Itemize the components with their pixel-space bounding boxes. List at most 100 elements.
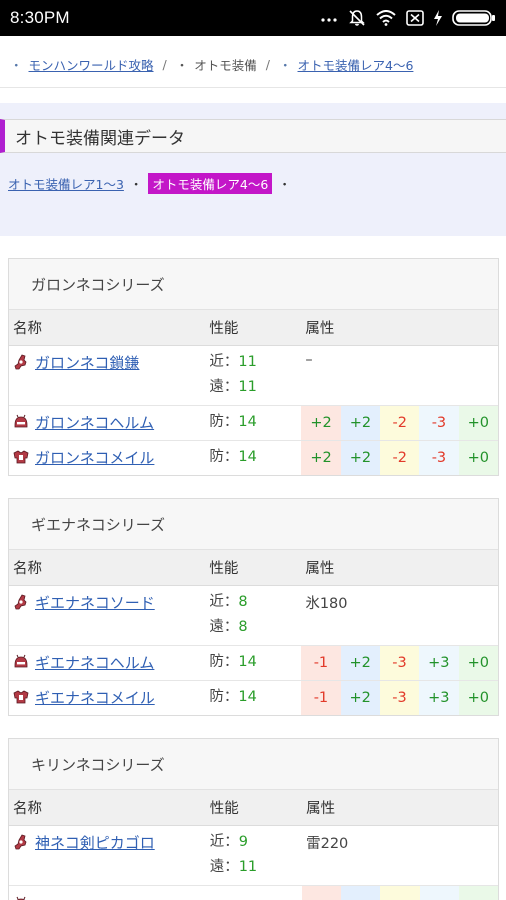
resistance-thunder: -2 xyxy=(380,405,420,441)
near-label: 近： xyxy=(209,594,239,610)
defense-label: 防： xyxy=(209,654,239,670)
status-time: 8:30PM xyxy=(10,8,70,27)
defense-value: 14 xyxy=(238,654,257,670)
header-attr: 属性 xyxy=(301,310,498,346)
far-label: 遠： xyxy=(209,859,239,875)
weapon-name-link[interactable]: ギエナネコソード xyxy=(35,592,155,613)
related-data-section: オトモ装備関連データ オトモ装備レア1〜3 ・ オトモ装備レア4〜6 ・ xyxy=(0,103,506,236)
helm-icon xyxy=(16,896,26,900)
equipment-table: 名称 性能 属性 ギエナネコソード 近：8 遠：8 氷180 ギエナネコヘルム 防：14 -1 +2… xyxy=(9,550,498,715)
weapon-perf: 近：11 遠：11 xyxy=(205,345,302,406)
resistance-dragon: +0 xyxy=(458,405,498,441)
defense-label: 防： xyxy=(209,414,239,430)
resistance-fire: -1 xyxy=(301,645,341,681)
series-title: ギエナネコシリーズ xyxy=(9,499,498,550)
resistance-ice: +3 xyxy=(419,680,459,715)
resistance-fire: +2 xyxy=(301,440,341,475)
armor-row: ギエナネコヘルム 防：14 -1 +2 -3 +3 +0 xyxy=(9,645,498,681)
defense-value: 14 xyxy=(238,449,257,466)
battery-icon xyxy=(452,10,496,26)
armor-defense: 防：14 xyxy=(205,440,301,475)
helm-icon xyxy=(13,652,29,674)
header-attr: 属性 xyxy=(301,550,498,586)
resistance-fire: +2 xyxy=(301,405,341,441)
series-card: ギエナネコシリーズ 名称 性能 属性 ギエナネコソード 近：8 遠：8 氷180 ギエナネコヘル… xyxy=(8,498,499,716)
resistance-dragon: +0 xyxy=(458,440,498,475)
resistance-ice: -3 xyxy=(419,440,459,475)
far-value: 11 xyxy=(238,859,258,875)
weapon-icon xyxy=(13,352,29,374)
table-header-row: 名称 性能 属性 xyxy=(9,790,498,826)
weapon-name-link[interactable]: 神ネコ剣ピカゴロ xyxy=(35,832,155,853)
related-link-rare-4-6-active[interactable]: オトモ装備レア4〜6 xyxy=(148,173,273,194)
resistance-thunder: -3 xyxy=(379,645,420,681)
header-attr: 属性 xyxy=(302,790,498,826)
related-links: オトモ装備レア1〜3 ・ オトモ装備レア4〜6 ・ xyxy=(8,173,297,194)
resistance-water: +2 xyxy=(340,440,381,475)
defense-label: 防： xyxy=(209,449,239,466)
status-bar: 8:30PM xyxy=(0,0,506,36)
header-name: 名称 xyxy=(9,790,206,826)
header-perf: 性能 xyxy=(205,550,302,586)
armor-defense: 防：14 xyxy=(205,405,302,441)
breadcrumb-home-link[interactable]: モンハンワールド攻略 xyxy=(29,55,154,74)
series-title: ガロンネコシリーズ xyxy=(9,259,498,310)
near-value: 9 xyxy=(238,834,248,850)
resistance-fire: -1 xyxy=(301,680,341,715)
armor-name-link[interactable]: ギエナネコメイル xyxy=(35,687,155,708)
resistance-dragon: +0 xyxy=(458,680,498,715)
far-label: 遠： xyxy=(209,619,239,635)
armor-name-link[interactable]: ギエナネコヘルム xyxy=(35,652,154,673)
armor-name-link[interactable]: ガロンネコヘルム xyxy=(35,412,154,433)
mail-icon xyxy=(13,687,29,709)
resistance-dragon: +0 xyxy=(458,645,498,681)
armor-defense: 防：14 xyxy=(205,645,302,681)
mail-icon xyxy=(13,447,29,469)
resistance-thunder: -3 xyxy=(379,680,420,715)
equipment-table: 名称 性能 属性 ガロンネコ鎖鎌 近：11 遠：11– ガロンネコヘルム 防：14 +2 +2 -2… xyxy=(9,310,498,475)
defense-label: 防： xyxy=(209,689,239,706)
more-notifications-icon xyxy=(320,14,338,22)
table-header-row: 名称 性能 属性 xyxy=(9,310,498,346)
weapon-attribute: 氷180 xyxy=(301,585,498,646)
equipment-table: 名称 性能 属性神ネコ剣ピカゴロ 近：9 遠：11 雷220 xyxy=(9,790,498,900)
armor-row: ギエナネコメイル 防：14 -1 +2 -3 +3 +0 xyxy=(9,680,498,715)
armor-row: ガロンネコヘルム 防：14 +2 +2 -2 -3 +0 xyxy=(9,405,498,441)
weapon-row: ガロンネコ鎖鎌 近：11 遠：11– xyxy=(9,345,498,406)
breadcrumb-page-link[interactable]: オトモ装備レア4〜6 xyxy=(298,55,414,74)
series-card: キリンネコシリーズ 名称 性能 属性 神ネコ剣ピカゴロ 近：9 遠：11 雷220 xyxy=(8,738,499,900)
weapon-icon xyxy=(13,832,29,854)
near-value: 11 xyxy=(238,354,257,370)
weapon-attribute: – xyxy=(301,345,498,406)
resistance-ice: -3 xyxy=(419,405,459,441)
mute-bell-icon xyxy=(348,9,366,27)
resistance-water: +2 xyxy=(340,645,380,681)
armor-row: ガロンネコメイル 防：14 +2 +2 -2 -3 +0 xyxy=(9,440,498,475)
weapon-row: ギエナネコソード 近：8 遠：8 氷180 xyxy=(9,585,498,646)
header-name: 名称 xyxy=(9,310,206,346)
breadcrumb-current-category: オトモ装備 xyxy=(194,58,257,73)
no-sim-icon xyxy=(406,10,424,26)
armor-name-link[interactable]: ガロンネコメイル xyxy=(35,447,154,468)
breadcrumb: ・ モンハンワールド攻略 / ・ オトモ装備 / ・ オトモ装備レア4〜6 xyxy=(0,42,506,88)
resistance-water: +2 xyxy=(340,405,381,441)
wifi-icon xyxy=(376,10,396,26)
far-value: 11 xyxy=(238,379,257,395)
resistance-ice: +3 xyxy=(419,645,459,681)
weapon-attribute: 雷220 xyxy=(302,825,498,886)
armor-row-partial xyxy=(9,885,498,900)
resistance-thunder: -2 xyxy=(380,440,420,475)
armor-defense: 防：14 xyxy=(205,680,301,715)
table-header-row: 名称 性能 属性 xyxy=(9,550,498,586)
far-value: 8 xyxy=(238,619,248,635)
helm-icon xyxy=(13,412,29,434)
near-value: 8 xyxy=(238,594,248,610)
header-perf: 性能 xyxy=(205,790,303,826)
near-label: 近： xyxy=(209,834,239,850)
header-name: 名称 xyxy=(9,550,206,586)
charging-icon xyxy=(434,10,442,26)
weapon-name-link[interactable]: ガロンネコ鎖鎌 xyxy=(35,352,139,373)
near-label: 近： xyxy=(209,354,239,370)
defense-value: 14 xyxy=(238,414,257,430)
related-link-rare-1-3[interactable]: オトモ装備レア1〜3 xyxy=(8,174,124,193)
